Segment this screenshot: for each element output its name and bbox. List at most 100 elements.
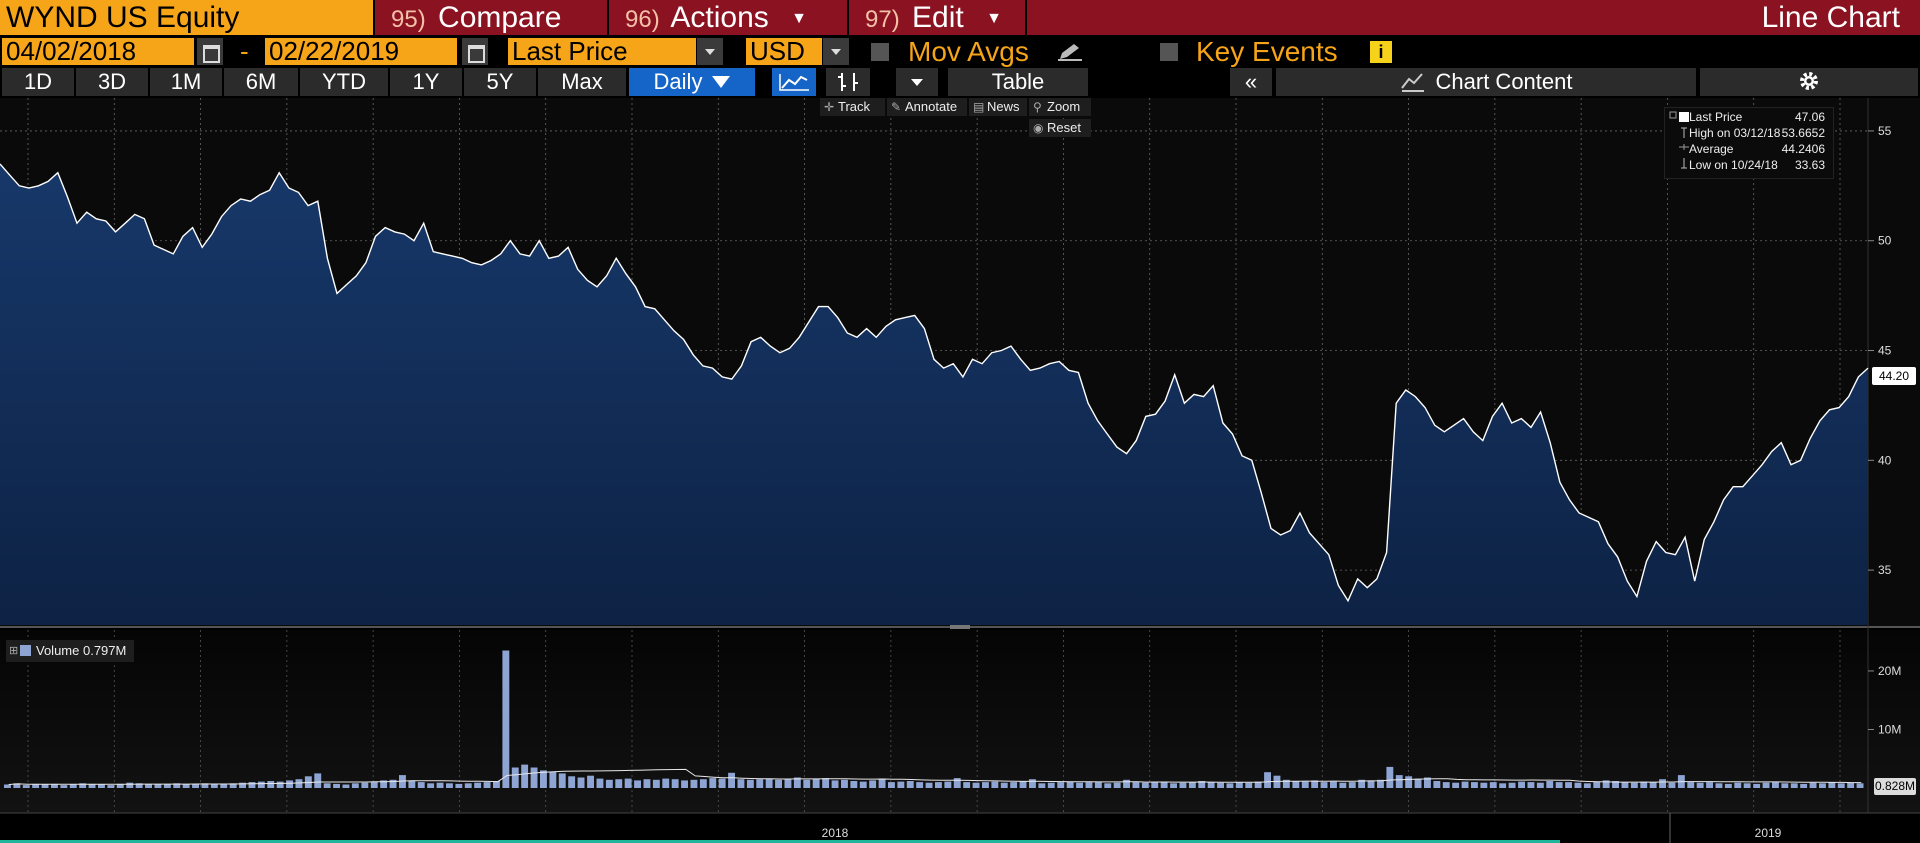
volume-bar: [906, 781, 914, 788]
volume-bar: [210, 783, 218, 788]
volume-bar: [1499, 783, 1507, 788]
volume-bar: [587, 775, 594, 788]
info-icon[interactable]: i: [1370, 41, 1392, 63]
chart-type-dropdown[interactable]: [896, 68, 938, 96]
period-6m-button[interactable]: 6M: [224, 68, 298, 96]
volume-bar: [596, 778, 604, 788]
volume-bar: [1621, 782, 1629, 788]
annotate-tool[interactable]: ✎ Annotate: [887, 98, 967, 116]
collapse-icon[interactable]: «: [1230, 68, 1272, 96]
volume-bar: [888, 782, 895, 788]
key-events-checkbox[interactable]: [1160, 43, 1178, 61]
volume-bar: [1828, 782, 1836, 788]
volume-bar: [455, 783, 463, 788]
volume-bar: [295, 779, 303, 788]
volume-bar: [1555, 782, 1563, 788]
volume-bar: [1085, 782, 1093, 788]
table-button[interactable]: Table: [948, 68, 1088, 96]
volume-bar: [972, 782, 980, 788]
volume-legend-label: Volume 0.797M: [36, 643, 127, 658]
currency-select[interactable]: USD: [746, 38, 822, 65]
chevron-down-icon[interactable]: [697, 38, 723, 65]
volume-bar: [521, 764, 529, 788]
track-tool[interactable]: ✛ Track: [820, 98, 885, 116]
period-max-button[interactable]: Max: [538, 68, 626, 96]
y-tick-label: 50: [1878, 234, 1892, 248]
chevron-down-icon: ▼: [791, 10, 807, 27]
period-5y-button[interactable]: 5Y: [464, 68, 536, 96]
calendar-icon[interactable]: [197, 38, 223, 65]
period-3d-button[interactable]: 3D: [76, 68, 148, 96]
period-1y-button[interactable]: 1Y: [390, 68, 462, 96]
volume-bar: [1790, 783, 1798, 788]
volume-bar: [1461, 781, 1469, 788]
start-date-field[interactable]: 04/02/2018: [2, 38, 194, 65]
volume-bar: [1414, 778, 1422, 788]
period-1m-button[interactable]: 1M: [150, 68, 222, 96]
volume-bar: [1649, 782, 1657, 788]
volume-bar: [1696, 782, 1704, 788]
bar-chart-icon[interactable]: [826, 68, 870, 96]
track-label: Track: [838, 99, 871, 114]
volume-bar: [935, 782, 942, 788]
volume-bar: [361, 782, 369, 788]
volume-bar: [1188, 782, 1196, 788]
volume-bar: [1743, 783, 1751, 788]
news-icon: ▤: [973, 100, 985, 114]
volume-bar: [1066, 781, 1074, 788]
legend-last-price-value: 47.06: [1794, 110, 1825, 124]
volume-bar: [1715, 783, 1723, 788]
volume-bar: [220, 784, 228, 788]
frequency-select[interactable]: Daily: [629, 68, 755, 96]
price-field-select[interactable]: Last Price: [508, 38, 696, 65]
volume-bar: [1348, 782, 1356, 788]
volume-bar: [1753, 783, 1761, 788]
chart-content-button[interactable]: Chart Content: [1276, 68, 1696, 96]
volume-bar: [1330, 781, 1337, 788]
volume-bar: [775, 779, 782, 788]
actions-label: Actions: [670, 1, 769, 34]
mov-avgs-checkbox[interactable]: [871, 43, 889, 61]
chevron-down-icon[interactable]: [823, 38, 849, 65]
news-tool[interactable]: ▤ News: [969, 98, 1027, 116]
volume-bar: [859, 781, 867, 788]
current-price-tag: 44.20: [1872, 367, 1916, 385]
edit-button[interactable]: 97) Edit ▼: [851, 0, 1027, 35]
volume-bar: [831, 780, 839, 788]
chart-area[interactable]: 3540455055 10M20M Mar 15Mar 29Apr 16Apr …: [0, 98, 1920, 843]
volume-legend[interactable]: ⊞ Volume 0.797M: [6, 640, 135, 662]
volume-bar: [69, 784, 77, 788]
volume-bar: [1489, 782, 1497, 788]
key-events-label: Key Events: [1196, 36, 1338, 67]
volume-bar: [427, 783, 435, 788]
period-1d-button[interactable]: 1D: [2, 68, 74, 96]
line-chart-icon[interactable]: [772, 68, 816, 96]
volume-bar: [718, 778, 726, 788]
volume-bar: [1706, 782, 1713, 788]
y-tick-label: 35: [1878, 563, 1892, 577]
volume-bar: [530, 767, 538, 788]
volume-bar: [784, 779, 792, 788]
volume-bar: [699, 779, 707, 788]
volume-bar: [1395, 775, 1403, 788]
volume-bar: [690, 779, 698, 788]
gear-icon[interactable]: [1700, 68, 1918, 96]
reset-button[interactable]: ◉ Reset: [1029, 119, 1091, 137]
volume-bar: [869, 780, 877, 788]
compare-button[interactable]: 95) Compare: [377, 0, 609, 35]
end-date-field[interactable]: 02/22/2019: [265, 38, 457, 65]
volume-bar: [1367, 780, 1375, 788]
period-ytd-button[interactable]: YTD: [300, 68, 388, 96]
ticker-field[interactable]: WYND US Equity: [0, 0, 375, 35]
pencil-icon[interactable]: [1058, 43, 1084, 61]
price-legend[interactable]: Last Price 47.06 High on 03/12/18 53.665…: [1664, 107, 1834, 179]
volume-bar: [1264, 772, 1271, 788]
zoom-tool[interactable]: ⚲ Zoom: [1029, 98, 1091, 116]
volume-bar: [624, 778, 632, 788]
chevron-down-icon: [712, 76, 731, 88]
actions-button[interactable]: 96) Actions ▼: [611, 0, 849, 35]
calendar-icon[interactable]: [462, 38, 488, 65]
volume-bar: [1668, 782, 1676, 788]
volume-bar: [22, 785, 30, 788]
volume-bar: [1123, 779, 1130, 788]
